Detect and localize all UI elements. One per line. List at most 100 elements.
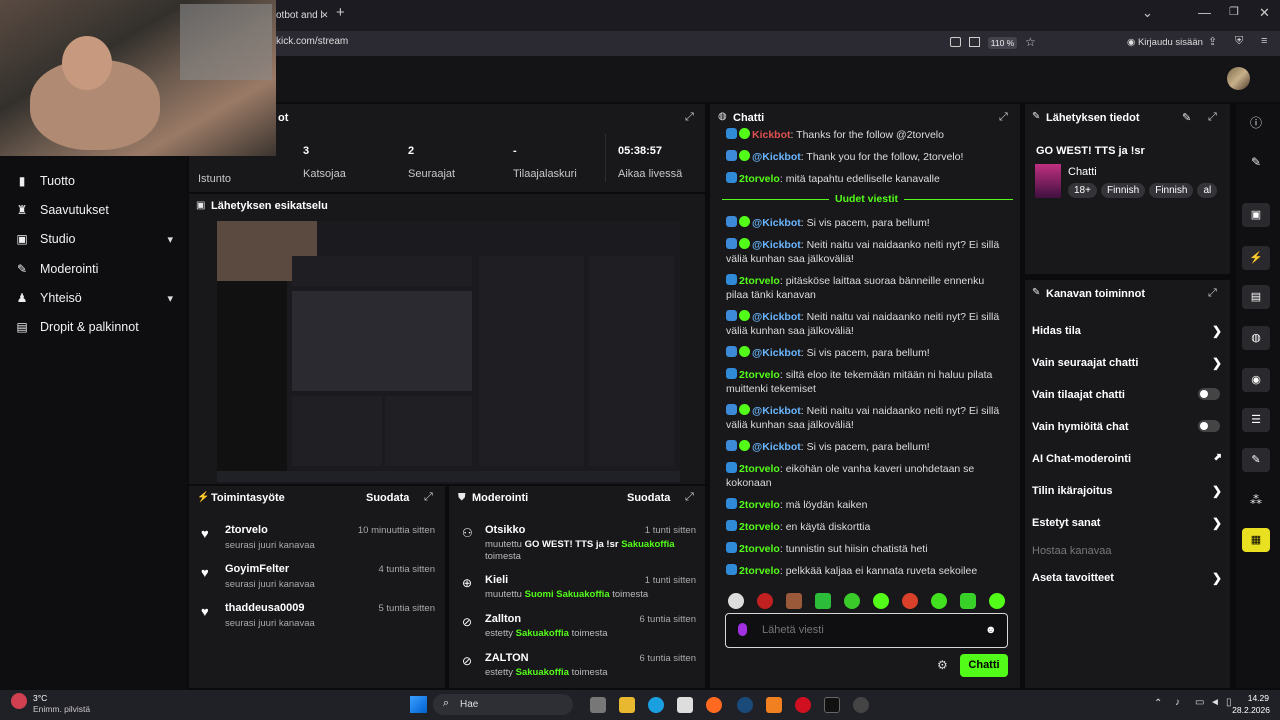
expand-icon[interactable]: ⤢ (1208, 111, 1217, 124)
obs-icon[interactable] (853, 697, 869, 713)
tag-chip[interactable]: Finnish (1100, 183, 1146, 198)
chat-username[interactable]: 2torvelo (739, 275, 780, 287)
pencil-icon[interactable]: ✎ (1251, 155, 1261, 169)
rail-doc-button[interactable]: ▤ (1242, 285, 1270, 309)
action-slow-mode[interactable]: Hidas tila ❯ (1032, 324, 1222, 338)
chat-username[interactable]: 2torvelo (739, 463, 780, 475)
settings-gear-icon[interactable]: ⚙ (937, 658, 948, 672)
rail-layout-button[interactable]: ☰ (1242, 408, 1270, 432)
sidebar-item-saavutukset[interactable]: ♜ Saavutukset (0, 197, 185, 223)
chat-username[interactable]: 2torvelo (739, 499, 780, 511)
rail-clapper-button[interactable]: ▦ (1242, 528, 1270, 552)
mod-desc-user[interactable]: Sakuakoffia (621, 539, 674, 550)
extensions-icon[interactable]: ⇪ (1208, 35, 1217, 48)
address-field[interactable]: kick.com/stream (276, 36, 348, 47)
user-avatar[interactable] (1227, 67, 1250, 90)
sidebar-item-yhteiso[interactable]: ♟ Yhteisö ▾ (0, 285, 185, 311)
emote-icon[interactable] (757, 593, 773, 609)
minimize-icon[interactable]: — (1198, 5, 1211, 20)
sidebar-item-dropit[interactable]: ▤ Dropit & palkinnot (0, 314, 185, 340)
chat-username[interactable]: 2torvelo (739, 565, 780, 577)
mod-desc-user[interactable]: Sakuakoffia (516, 667, 569, 678)
activity-user[interactable]: thaddeusa0009 (225, 602, 304, 614)
expand-icon[interactable]: ⤢ (685, 111, 694, 124)
zoom-indicator[interactable]: 110 % (988, 37, 1017, 49)
activity-user[interactable]: GoyimFelter (225, 563, 289, 575)
chat-username[interactable]: @Kickbot (752, 151, 801, 163)
rail-chat-button[interactable]: ◍ (1242, 326, 1270, 350)
activity-filter-button[interactable]: Suodata (366, 492, 409, 504)
action-ai-moderation[interactable]: AI Chat-moderointi ⬈ (1032, 452, 1222, 465)
bookmark-star-icon[interactable]: ☆ (1025, 35, 1036, 49)
shield-icon[interactable]: ⛨ (1235, 35, 1243, 48)
expand-icon[interactable]: ⤢ (999, 111, 1008, 124)
edit-pencil-icon[interactable]: ✎ (1182, 111, 1191, 124)
store-icon[interactable] (677, 697, 693, 713)
tray-chevron-icon[interactable]: ⌃ (1154, 698, 1162, 709)
vlc-icon[interactable] (766, 697, 782, 713)
microphone-tray-icon[interactable]: ♪ (1175, 697, 1180, 708)
chat-username[interactable]: @Kickbot (752, 405, 801, 417)
mod-desc-user[interactable]: Sakuakoffia (516, 628, 569, 639)
microphone-icon[interactable] (738, 623, 747, 636)
taskbar-search[interactable] (433, 694, 573, 715)
close-window-icon[interactable]: ✕ (1259, 5, 1270, 21)
chat-input[interactable] (762, 622, 962, 638)
expand-icon[interactable]: ⤢ (1208, 287, 1217, 300)
rail-dots-icon[interactable]: ⁂ (1250, 493, 1262, 507)
sidebar-item-moderointi[interactable]: ✎ Moderointi (0, 256, 185, 282)
sidebar-item-studio[interactable]: ▣ Studio ▾ (0, 226, 185, 252)
tab-close-icon[interactable]: ✕ (321, 10, 329, 20)
emote-icon[interactable] (931, 593, 947, 609)
info-icon[interactable]: ⓘ (1250, 114, 1262, 131)
clock-time[interactable]: 14.29 (1246, 693, 1269, 703)
emote-icon[interactable] (844, 593, 860, 609)
chat-username[interactable]: 2torvelo (739, 543, 780, 555)
expand-icon[interactable]: ⤢ (685, 491, 694, 504)
stream-preview[interactable] (217, 221, 680, 482)
maximize-icon[interactable]: ❐ (1229, 5, 1239, 18)
emoji-icon[interactable]: ☻ (985, 624, 997, 636)
rail-camera-button[interactable]: ▣ (1242, 203, 1270, 227)
chat-username[interactable]: @Kickbot (752, 239, 801, 251)
tag-chip[interactable]: 18+ (1068, 183, 1097, 198)
network-icon[interactable]: ▭ (1195, 697, 1204, 708)
sidebar-item-tuotto[interactable]: ▮ Tuotto (0, 168, 185, 194)
chat-username[interactable]: @Kickbot (752, 347, 801, 359)
rail-bolt-button[interactable]: ⚡ (1242, 246, 1270, 270)
task-view-icon[interactable] (590, 697, 606, 713)
firefox-icon[interactable] (706, 697, 722, 713)
opera-icon[interactable] (795, 697, 811, 713)
tab-list-icon[interactable]: ⌄ (1142, 5, 1153, 21)
file-explorer-icon[interactable] (619, 697, 635, 713)
steam-icon[interactable] (737, 697, 753, 713)
send-chat-button[interactable]: Chatti (960, 654, 1008, 677)
chat-username[interactable]: 2torvelo (739, 521, 780, 533)
rail-wrench-button[interactable]: ✎ (1242, 448, 1270, 472)
menu-icon[interactable]: ≡ (1261, 35, 1267, 47)
chat-username[interactable]: @Kickbot (752, 311, 801, 323)
tag-chip[interactable]: Finnish (1149, 183, 1194, 198)
subscribers-only-toggle[interactable] (1198, 388, 1220, 400)
emote-icon[interactable] (728, 593, 744, 609)
category-name[interactable]: Chatti (1068, 166, 1097, 178)
activity-user[interactable]: 2torvelo (225, 524, 268, 536)
terminal-icon[interactable] (824, 697, 840, 713)
mod-desc-user[interactable]: Sakuakoffia (556, 589, 609, 600)
action-age-restriction[interactable]: Tilin ikärajoitus ❯ (1032, 484, 1222, 498)
action-blocked-words[interactable]: Estetyt sanat ❯ (1032, 516, 1222, 530)
chat-username[interactable]: 2torvelo (739, 173, 780, 185)
expand-icon[interactable]: ⤢ (424, 491, 433, 504)
rail-broadcast-button[interactable]: ◉ (1242, 368, 1270, 392)
windows-start-icon[interactable] (410, 696, 427, 713)
emote-icon[interactable] (786, 593, 802, 609)
chat-username[interactable]: 2torvelo (739, 369, 780, 381)
emote-only-toggle[interactable] (1198, 420, 1220, 432)
edge-icon[interactable] (648, 697, 664, 713)
chat-username[interactable]: Kickbot (752, 129, 791, 140)
emote-icon[interactable] (815, 593, 831, 609)
login-button[interactable]: ◉ Kirjaudu sisään (1127, 37, 1203, 48)
new-tab-icon[interactable]: + (336, 4, 350, 24)
emote-icon[interactable] (902, 593, 918, 609)
moderation-filter-button[interactable]: Suodata (627, 492, 670, 504)
